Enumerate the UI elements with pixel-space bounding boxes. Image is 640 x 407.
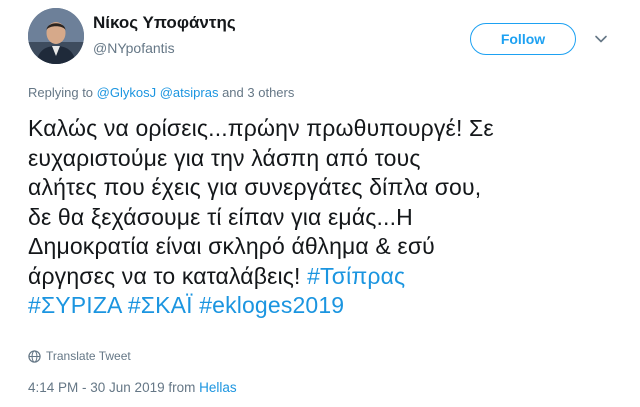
hashtag-link[interactable]: #Τσίπρας — [307, 263, 405, 289]
translate-label[interactable]: Translate Tweet — [46, 349, 131, 363]
hashtag-link[interactable]: #ekloges2019 — [199, 292, 344, 318]
others-link[interactable]: and 3 others — [222, 85, 294, 100]
tweet-line: δε θα ξεχάσουμε τί είπαν για εμάς...Η — [28, 203, 413, 230]
display-name[interactable]: Νίκος Υποφάντης — [93, 13, 236, 33]
tweet-line: Δημοκρατία είναι σκληρό άθλημα & εσύ — [28, 233, 435, 259]
tweet-line: άργησες να το καταλάβεις! #Τσίπρας — [28, 262, 628, 292]
mention-link[interactable]: @atsipras — [160, 85, 219, 100]
tweet-line: ευχαριστούμε για την λάσπη από τους — [28, 144, 421, 171]
mention-link[interactable]: @GlykosJ — [97, 85, 156, 100]
location-link[interactable]: Hellas — [199, 380, 237, 395]
hashtag-link[interactable]: #ΣΚΑΪ — [128, 292, 193, 318]
tweet-card: Νίκος Υποφάντης @NYpofantis Follow Reply… — [0, 0, 640, 407]
user-handle[interactable]: @NYpofantis — [93, 40, 175, 56]
replying-to-label: Replying to — [28, 85, 94, 100]
tweet-text: Καλώς να ορίσεις...πρώην πρωθυπουργέ! Σε… — [28, 114, 628, 321]
timestamp[interactable]: 4:14 PM - 30 Jun 2019 from — [28, 380, 195, 395]
tweet-line-text: άργησες να το καταλάβεις! — [28, 262, 301, 289]
hashtag-link[interactable]: #ΣΥΡΙΖΑ — [28, 292, 121, 318]
tweet-line: #ΣΥΡΙΖΑ #ΣΚΑΪ #ekloges2019 — [28, 291, 628, 321]
translate-tweet-button[interactable]: Translate Tweet — [28, 349, 131, 363]
tweet-line: αλήτες που έχεις για συνεργάτες δίπλα σο… — [28, 174, 482, 200]
chevron-down-icon[interactable] — [592, 30, 610, 48]
follow-button[interactable]: Follow — [470, 23, 576, 55]
replying-to: Replying to @GlykosJ @atsipras and 3 oth… — [28, 85, 294, 100]
avatar[interactable] — [28, 8, 84, 64]
tweet-line: Καλώς να ορίσεις...πρώην πρωθυπουργέ! Σε — [28, 115, 494, 141]
globe-icon — [28, 349, 41, 363]
tweet-timestamp: 4:14 PM - 30 Jun 2019 from Hellas — [28, 380, 237, 395]
